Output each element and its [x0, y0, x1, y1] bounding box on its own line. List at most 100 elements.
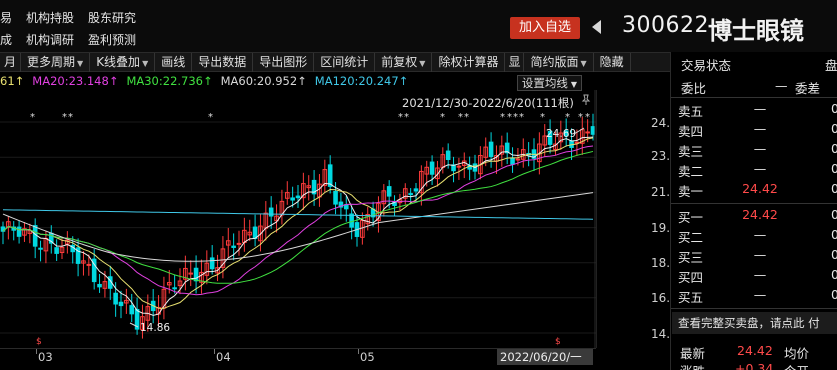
buy-row[interactable]: 买一 24.42 0	[678, 207, 837, 227]
book-level-label: 卖三	[678, 144, 704, 159]
tb-forward-adjust[interactable]: 前复权 ▼	[375, 53, 433, 72]
book-price: —	[753, 101, 767, 116]
weibi-row: 委比 — 委差	[681, 78, 837, 97]
candle-body	[97, 283, 102, 288]
change-value: +0.34	[735, 361, 774, 370]
signal-star-icon: *	[398, 112, 403, 123]
signal-star-icon: *	[404, 112, 409, 123]
sell-signal-icon: $	[555, 337, 561, 347]
sell-row[interactable]: 卖五 — 0	[678, 101, 837, 121]
stock-code: 300622	[622, 13, 709, 38]
ma30-legend: MA30:22.736↑	[126, 74, 213, 88]
book-volume: 0	[831, 121, 837, 136]
sell-row[interactable]: 卖二 — 0	[678, 161, 837, 181]
book-volume: 0	[831, 101, 837, 116]
tb-draw-line[interactable]: 画线	[155, 53, 193, 72]
buy-row[interactable]: 买四 — 0	[678, 267, 837, 287]
tb-month[interactable]: 月	[0, 53, 22, 72]
tb-export-image[interactable]: 导出图形	[253, 53, 315, 72]
sell-row[interactable]: 卖四 — 0	[678, 121, 837, 141]
menu-row-1: 易 机构持股 股东研究	[0, 9, 136, 27]
menu-item-trade[interactable]: 易	[0, 9, 12, 27]
signal-star-icon: *	[464, 112, 469, 123]
tb-simple-layout[interactable]: 简约版面 ▼	[524, 53, 594, 72]
signal-star-icon: *	[62, 112, 67, 123]
signal-star-icon: *	[30, 112, 35, 123]
candlestick-chart[interactable]: * * * * * * * * * * * * * * * * *$ $24.6914.86	[0, 90, 596, 348]
weicha-label: 委差	[795, 81, 821, 96]
latest-value: 24.42	[737, 343, 773, 358]
book-level-label: 卖四	[678, 124, 704, 139]
candle-body	[590, 126, 596, 135]
candle-body	[268, 207, 274, 217]
candle-body	[54, 247, 59, 254]
sell-row[interactable]: 卖一 24.42 0	[678, 181, 837, 201]
buy-row[interactable]: 买三 — 0	[678, 247, 837, 267]
tb-more-periods-label: 更多周期	[27, 55, 76, 69]
panel-divider	[671, 308, 837, 309]
prev-stock-icon[interactable]	[592, 20, 601, 34]
chevron-down-icon: ▼	[570, 80, 578, 89]
book-level-label: 买四	[678, 270, 704, 285]
book-price: 24.42	[742, 207, 778, 222]
tb-range-stats[interactable]: 区间统计	[314, 53, 376, 72]
menu-item-institution-holdings[interactable]: 机构持股	[26, 9, 74, 27]
menu-item-institution-survey[interactable]: 机构调研	[26, 31, 74, 49]
panel-title-extra: 盘	[825, 58, 837, 73]
menu-item-shareholder-research[interactable]: 股东研究	[88, 9, 136, 27]
tb-export-data[interactable]: 导出数据	[192, 53, 254, 72]
candle-body	[113, 292, 118, 305]
ma-settings-button[interactable]: 设置均线 ▼	[517, 75, 582, 91]
menu-row-2: 成 机构调研 盈利预测	[0, 31, 136, 49]
panel-title: 交易状态	[681, 58, 732, 73]
open-label: 今开	[784, 361, 809, 370]
candle-body	[236, 242, 242, 245]
buy-row[interactable]: 买二 — 0	[678, 227, 837, 247]
ma10-line	[2, 137, 594, 309]
add-watchlist-button[interactable]: 加入自选	[510, 17, 580, 39]
book-price: —	[753, 227, 767, 242]
stock-name: 博士眼镜	[708, 17, 804, 45]
candle-body	[118, 301, 124, 307]
candle-body	[86, 263, 92, 266]
menu-item-earnings-forecast[interactable]: 盈利预测	[88, 31, 136, 49]
candle-body	[209, 257, 215, 270]
menu-item-complete[interactable]: 成	[0, 31, 12, 49]
chevron-down-icon: ▼	[419, 59, 426, 68]
candle-body	[188, 272, 194, 275]
high-price-label: 24.69	[546, 128, 576, 140]
crosshair-date: 2022/06/20/一	[497, 349, 593, 365]
latest-label: 最新	[680, 346, 706, 361]
sell-row[interactable]: 卖三 — 0	[678, 141, 837, 161]
candle-body	[231, 245, 236, 248]
candle-body	[408, 193, 413, 196]
tb-more-periods[interactable]: 更多周期 ▼	[21, 53, 91, 72]
tb-display[interactable]: 显	[505, 53, 525, 72]
top-bar: 易 机构持股 股东研究 成 机构调研 盈利预测 加入自选 300622 博士眼镜	[0, 0, 837, 52]
candle-body	[172, 287, 177, 290]
book-volume: 0	[831, 247, 837, 262]
tb-hide[interactable]: 隐藏	[594, 53, 631, 72]
book-price: —	[753, 267, 767, 282]
signal-star-icon: *	[540, 112, 545, 123]
weibi-label: 委比	[681, 81, 707, 96]
tb-k-overlay[interactable]: K线叠加 ▼	[90, 53, 156, 72]
time-label: 03	[38, 350, 53, 364]
candle-body	[413, 188, 419, 192]
tb-k-overlay-label: K线叠加	[96, 55, 141, 69]
book-level-label: 卖五	[678, 104, 704, 119]
buy-row[interactable]: 买五 — 0	[678, 287, 837, 307]
book-price: —	[753, 121, 767, 136]
chevron-down-icon: ▼	[580, 59, 587, 68]
view-full-book-link[interactable]: 查看完整买卖盘，请点此 付	[672, 312, 837, 334]
signal-star-icon: *	[585, 112, 590, 123]
tb-ex-rights-calculator[interactable]: 除权计算器	[432, 53, 506, 72]
book-volume: 0	[831, 267, 837, 282]
panel-divider	[671, 97, 837, 98]
signal-star-icon: *	[500, 112, 505, 123]
ma120-legend: MA120:20.247↑	[314, 74, 409, 88]
signal-star-icon: *	[519, 112, 524, 123]
latest-row: 最新 24.42 均价	[680, 343, 809, 362]
book-price: —	[753, 287, 767, 302]
time-label: 05	[360, 350, 375, 364]
